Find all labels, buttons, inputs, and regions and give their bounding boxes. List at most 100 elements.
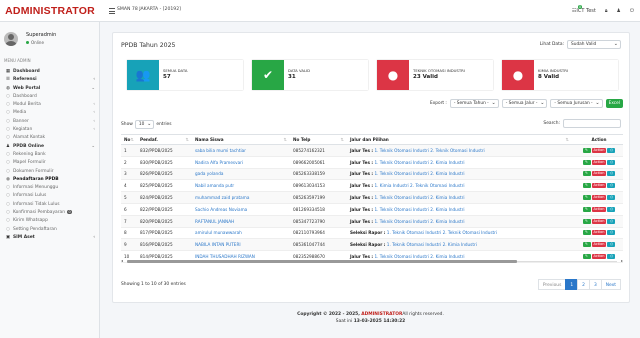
stat-card: 👥 SEMUA DATA 57	[127, 60, 243, 90]
sidebar-item-kirim-whatsapp[interactable]: ○ Kirim Whatsapp	[0, 217, 100, 225]
circle-icon: ○	[6, 168, 10, 174]
cell-nama[interactable]: NABILA INTAN PUTERI	[192, 238, 290, 252]
sidebar-item-banner[interactable]: ○ Banner ‹	[0, 118, 100, 126]
footer-brand-link[interactable]: ADMINISTRATOR	[361, 312, 402, 317]
edit-button[interactable]: ✎	[582, 147, 591, 153]
th-pendaf[interactable]: Pendaf. ⇅	[137, 134, 192, 145]
sidebar-item-informasi-menunggu[interactable]: ○ Informasi Menunggu	[0, 184, 100, 192]
table-row: 8 817/PPDB/2025 amirulul munawwarah 0821107…	[121, 227, 623, 240]
edit-button[interactable]: ✎	[582, 171, 591, 177]
user-menu[interactable]: ☷ICT Test 0	[572, 5, 596, 14]
select-tahun[interactable]: - Semua Tahun -	[449, 99, 499, 108]
cell-nama[interactable]: Nadira Alfa Pramesvari	[192, 156, 290, 169]
print-button[interactable]: ⎙	[607, 206, 616, 212]
horizontal-scrollbar[interactable]: ◂ ▸	[121, 258, 623, 263]
lock-icon[interactable]: 🔒︎	[605, 8, 608, 14]
action-dropdown-button[interactable]: Action	[592, 218, 606, 224]
cell-nama[interactable]: amirulul munawwarah	[192, 227, 290, 240]
print-button[interactable]: ⎙	[607, 147, 616, 153]
person-icon[interactable]: ♟	[617, 8, 621, 14]
print-button[interactable]: ⎙	[607, 242, 616, 248]
cell-nama[interactable]: saba bilia mumi tachtiar	[192, 144, 290, 157]
action-dropdown-button[interactable]: Action	[592, 242, 606, 248]
action-dropdown-button[interactable]: Action	[592, 159, 606, 165]
edit-button[interactable]: ✎	[582, 183, 591, 189]
print-button[interactable]: ⎙	[607, 195, 616, 201]
sidebar-item-modul-berita[interactable]: ○ Modul Berita ‹	[0, 101, 100, 109]
sidebar-item-mapel-formulir[interactable]: ○ Mapel Formulir	[0, 159, 100, 167]
th-jalur[interactable]: Jalur dan Pilihan ⇅	[347, 134, 572, 145]
edit-button[interactable]: ✎	[582, 230, 591, 236]
action-dropdown-button[interactable]: Action	[592, 206, 606, 212]
search-input[interactable]	[563, 119, 621, 128]
sidebar-item-pendaftaran-ppdb[interactable]: ● Pendaftaran PPDB	[0, 176, 100, 184]
action-dropdown-button[interactable]: Action	[592, 230, 606, 236]
sidebar-item-ppdb-online[interactable]: ♟ PPDB Online ⌄	[0, 143, 100, 151]
select-jurusan[interactable]: - Semua Jurusan -	[550, 99, 603, 108]
sidebar-item-media[interactable]: ○ Media ‹	[0, 109, 100, 117]
jalur-type: Seleksi Rapor :	[350, 242, 386, 248]
sidebar-item-rekening-bank[interactable]: ○ Rekening Bank	[0, 151, 100, 159]
sidebar-item-informasi-lulus[interactable]: ○ Informasi Lulus	[0, 192, 100, 200]
sidebar-item-dokumen-formulir[interactable]: ○ Dokumen Formulir	[0, 168, 100, 176]
sidebar-item-informasi-tidak-lulus[interactable]: ○ Informasi Tidak Lulus	[0, 201, 100, 209]
th-no[interactable]: No ⇅	[121, 134, 137, 145]
sidebar-item-setting-pendaftaran[interactable]: ○ Setting Pendaftaran	[0, 226, 100, 234]
cell-nama[interactable]: Nabil amanda putr	[192, 179, 290, 193]
excel-button[interactable]: Excel	[605, 99, 623, 108]
edit-button[interactable]: ✎	[582, 206, 591, 212]
filter-select[interactable]: Sudah Valid	[567, 40, 621, 49]
sidebar-item-dashboard[interactable]: ▦ Dashboard	[0, 68, 100, 76]
sidebar-item-web-portal[interactable]: ◍ Web Portal ⌄	[0, 85, 100, 93]
scroll-left-icon[interactable]: ◂	[121, 258, 123, 263]
edit-button[interactable]: ✎	[582, 218, 591, 224]
cell-nama[interactable]: Sachio Andreas Noviama	[192, 203, 290, 216]
sidebar: Superadmin Online MENU ADMIN ▦ Dashboard ☰…	[0, 22, 100, 338]
page-next[interactable]: Next	[600, 279, 621, 290]
power-icon[interactable]: ⏻	[630, 8, 634, 14]
scroll-right-icon[interactable]: ▸	[621, 258, 623, 263]
print-button[interactable]: ⎙	[607, 230, 616, 236]
entries-select[interactable]: 10	[134, 120, 155, 129]
sidebar-item-referensi[interactable]: ☰ Referensi ‹	[0, 76, 100, 84]
action-dropdown-button[interactable]: Action	[592, 195, 606, 201]
print-button[interactable]: ⎙	[607, 183, 616, 189]
rights-text: All rights reserved.	[402, 312, 444, 317]
cell-jalur: Jalur Tes : 1. Teknik Otomasi Industri 2…	[347, 156, 572, 169]
cell-no: 6	[121, 203, 137, 216]
user-panel[interactable]: Superadmin Online	[4, 31, 56, 47]
hamburger-menu-icon[interactable]	[109, 8, 115, 14]
print-button[interactable]: ⎙	[607, 159, 616, 165]
cell-jalur: Seleksi Rapor : 1. Teknik Otomasi Indust…	[347, 238, 572, 252]
brand-logo[interactable]: ADMINISTRATOR	[0, 0, 100, 22]
action-dropdown-button[interactable]: Action	[592, 147, 606, 153]
sidebar-item-kegiatan[interactable]: ○ Kegiatan ‹	[0, 126, 100, 134]
action-dropdown-button[interactable]: Action	[592, 183, 606, 189]
sidebar-item-sim-aset[interactable]: ▣ SIM Aset ‹	[0, 234, 100, 242]
select-jalur[interactable]: - Semua Jalur -	[501, 99, 548, 108]
circle-icon: ○	[6, 110, 10, 116]
drop-icon: ●	[377, 60, 409, 90]
pagination: Previous 1 2 3 Next	[537, 279, 621, 290]
edit-button[interactable]: ✎	[582, 195, 591, 201]
cell-nama[interactable]: muhammad zaid pratama	[192, 191, 290, 204]
sidebar-item-konfirmasi-pembayaran[interactable]: ○ Konfirmasi Pembayaran 0	[0, 209, 100, 217]
sidebar-item-alamat-kontak[interactable]: ○ Alamat Kontak	[0, 134, 100, 142]
th-telp[interactable]: No Telp ⇅	[290, 134, 347, 145]
edit-button[interactable]: ✎	[582, 159, 591, 165]
jalur-type: Jalur Tes :	[350, 218, 374, 224]
print-button[interactable]: ⎙	[607, 171, 616, 177]
th-nama[interactable]: Nama Siswa ⇅	[192, 134, 290, 145]
cell-nama[interactable]: gada yolanda	[192, 168, 290, 181]
page-previous[interactable]: Previous	[537, 279, 567, 290]
cell-pendaf: 825/PPDB/2025	[137, 179, 192, 193]
cell-nama[interactable]: RAFTANUL JANNAH	[192, 215, 290, 228]
scroll-thumb[interactable]	[127, 260, 517, 263]
cell-telp: 085361047744	[290, 238, 347, 252]
circle-icon: ○	[6, 210, 10, 216]
sidebar-item-label: Modul Berita	[13, 102, 41, 108]
edit-button[interactable]: ✎	[582, 242, 591, 248]
action-dropdown-button[interactable]: Action	[592, 171, 606, 177]
print-button[interactable]: ⎙	[607, 218, 616, 224]
sidebar-item-dashboard[interactable]: ○ Dashboard	[0, 93, 100, 101]
